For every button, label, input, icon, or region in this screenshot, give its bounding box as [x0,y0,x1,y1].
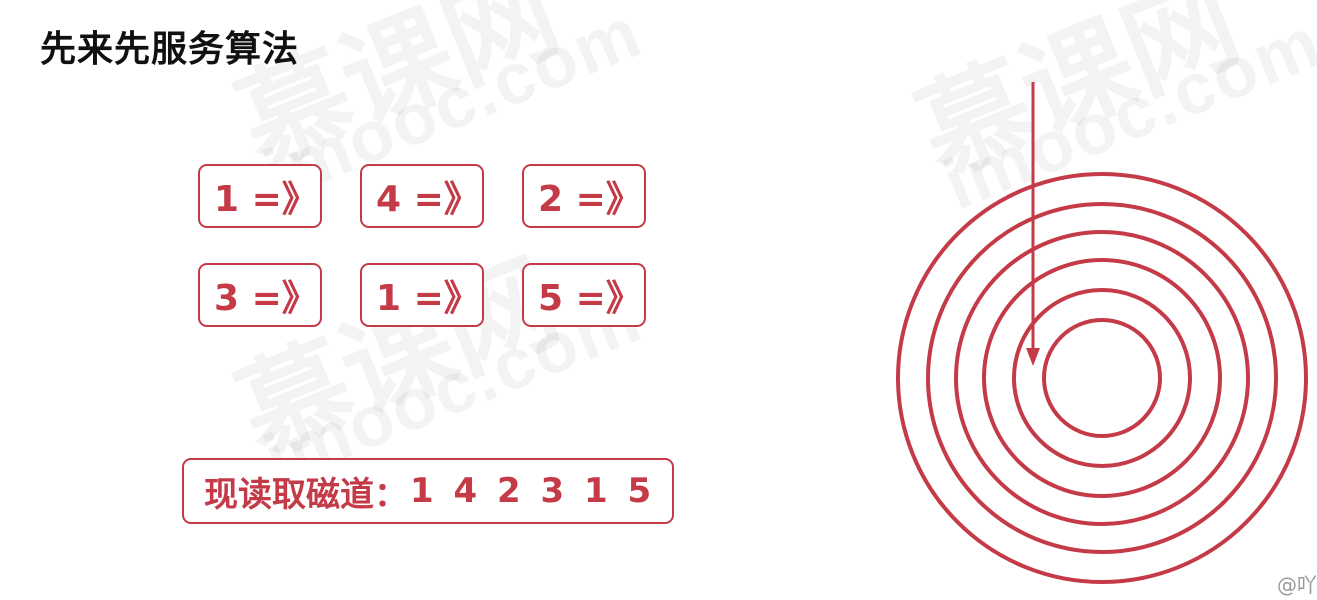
request-box: 2 =》 [522,164,646,228]
disk-tracks-diagram [896,82,1308,584]
request-box: 4 =》 [360,164,484,228]
request-box: 1 =》 [198,164,322,228]
head-arrow-icon [1026,348,1040,366]
result-sequence: 1 4 2 3 1 5 [410,471,656,511]
request-box: 3 =》 [198,263,322,327]
disk-track [982,258,1222,498]
request-label: 1 =》 [376,278,480,319]
request-box: 1 =》 [360,263,484,327]
request-label: 1 =》 [214,179,318,220]
request-box: 5 =》 [522,263,646,327]
request-label: 4 =》 [376,179,480,220]
result-label: 现读取磁道： [204,474,408,515]
request-label: 2 =》 [538,179,642,220]
page-title: 先来先服务算法 [40,29,300,70]
request-label: 3 =》 [214,278,318,319]
disk-track [926,202,1278,554]
disk-track [1042,318,1162,438]
disk-track [896,172,1308,584]
disk-track [954,230,1250,526]
disk-track [1012,288,1192,468]
result-box: 现读取磁道： 1 4 2 3 1 5 [182,458,674,524]
slide: 慕课网 imooc.com 慕课网 imooc.com 慕课网 imooc.co… [0,0,1317,600]
request-label: 5 =》 [538,278,642,319]
credit-text: @吖 [1277,573,1317,597]
